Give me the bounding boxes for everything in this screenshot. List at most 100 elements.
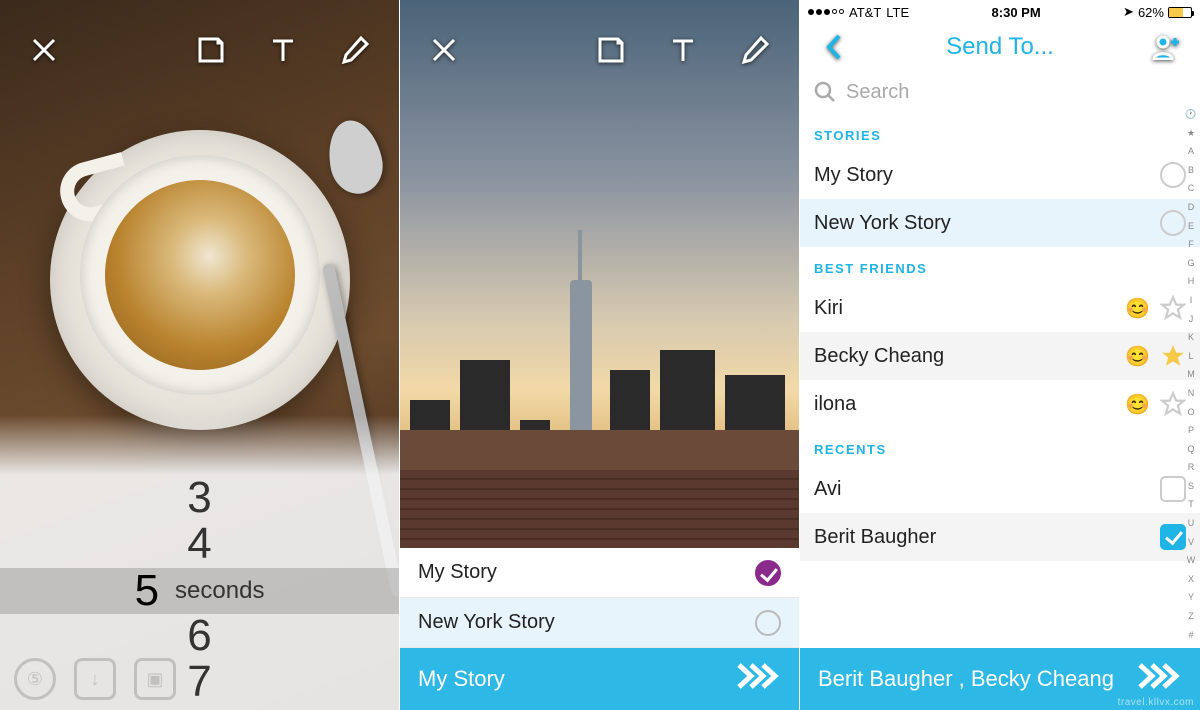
story-row-my-story[interactable]: My Story [400, 548, 799, 598]
story-row-ny-story[interactable]: New York Story [400, 598, 799, 648]
index-letter[interactable]: ★ [1184, 129, 1198, 138]
index-letter[interactable]: X [1184, 575, 1198, 584]
index-letter[interactable]: D [1184, 203, 1198, 212]
editor-bottom-tools: ⑤ ↓ ▣ [0, 658, 176, 700]
index-letter[interactable]: F [1184, 240, 1198, 249]
search-placeholder: Search [846, 81, 909, 104]
section-header-stories: STORIES [800, 114, 1200, 151]
index-letter[interactable]: Q [1184, 445, 1198, 454]
index-letter[interactable]: C [1184, 184, 1198, 193]
timer-picker[interactable]: 3 4 5 seconds 6 7 ⑤ ↓ ▣ [0, 475, 399, 710]
status-bar: AT&T LTE 8:30 PM ➤ 62% [800, 0, 1200, 24]
index-letter[interactable]: Z [1184, 612, 1198, 621]
index-letter[interactable]: E [1184, 222, 1198, 231]
send-arrow-icon [1136, 661, 1182, 697]
back-icon[interactable] [814, 27, 854, 67]
radio-checked-icon[interactable] [755, 560, 781, 586]
send-to-screen: AT&T LTE 8:30 PM ➤ 62% Send To... Search… [800, 0, 1200, 710]
snap-editor-timer-panel: 3 4 5 seconds 6 7 ⑤ ↓ ▣ [0, 0, 400, 710]
story-add-icon[interactable]: ▣ [134, 658, 176, 700]
story-row[interactable]: My Story [800, 151, 1200, 199]
index-letter[interactable]: P [1184, 426, 1198, 435]
index-letter[interactable]: I [1184, 296, 1198, 305]
friend-row[interactable]: Kiri 😊 [800, 284, 1200, 332]
index-letter[interactable]: U [1184, 519, 1198, 528]
recent-row[interactable]: Avi [800, 465, 1200, 513]
story-selection-list: My Story New York Story [400, 548, 799, 648]
index-letter[interactable]: N [1184, 389, 1198, 398]
timer-icon[interactable]: ⑤ [14, 658, 56, 700]
sticker-icon[interactable] [591, 30, 631, 70]
editor-topbar [0, 20, 399, 80]
search-input[interactable]: Search [800, 70, 1200, 114]
draw-pencil-icon[interactable] [335, 30, 375, 70]
index-letter[interactable]: Y [1184, 593, 1198, 602]
index-letter[interactable]: S [1184, 482, 1198, 491]
star-filled-icon[interactable] [1160, 343, 1186, 369]
streak-emoji-icon: 😊 [1125, 296, 1150, 321]
text-icon[interactable] [663, 30, 703, 70]
star-outline-icon[interactable] [1160, 295, 1186, 321]
index-letter[interactable]: H [1184, 277, 1198, 286]
recent-row[interactable]: Berit Baugher [800, 513, 1200, 561]
checkbox-checked-icon[interactable] [1160, 524, 1186, 550]
section-header-best-friends: BEST FRIENDS [800, 247, 1200, 284]
sticker-icon[interactable] [191, 30, 231, 70]
page-title: Send To... [854, 33, 1146, 61]
text-icon[interactable] [263, 30, 303, 70]
index-letter[interactable]: # [1184, 631, 1198, 640]
index-letter[interactable]: 🕐 [1184, 110, 1198, 119]
send-bar[interactable]: My Story [400, 648, 799, 710]
index-letter[interactable]: A [1184, 147, 1198, 156]
index-letter[interactable]: J [1184, 315, 1198, 324]
timer-option[interactable]: 3 [187, 475, 211, 521]
search-icon [814, 81, 836, 103]
index-letter[interactable]: R [1184, 463, 1198, 472]
story-label: My Story [418, 561, 497, 584]
send-arrow-icon [735, 661, 781, 697]
row-label: My Story [814, 164, 893, 187]
send-bar-label: Berit Baugher , Becky Cheang [818, 666, 1114, 692]
timer-selected-value: 5 [135, 568, 159, 614]
story-row[interactable]: New York Story [800, 199, 1200, 247]
add-friend-icon[interactable] [1146, 27, 1186, 67]
network-label: LTE [886, 5, 909, 20]
timer-option[interactable]: 4 [187, 521, 211, 567]
index-letter[interactable]: V [1184, 538, 1198, 547]
star-outline-icon[interactable] [1160, 391, 1186, 417]
clock-label: 8:30 PM [992, 5, 1041, 20]
close-icon[interactable] [24, 30, 64, 70]
friend-row[interactable]: ilona 😊 [800, 380, 1200, 428]
radio-unchecked-icon[interactable] [755, 610, 781, 636]
index-letter[interactable]: G [1184, 259, 1198, 268]
battery-pct-label: 62% [1138, 5, 1164, 20]
timer-selected-row: 5 seconds [0, 568, 399, 614]
alphabet-index-rail[interactable]: 🕐 ★ A BC D EF GH I JK LM N OP QR ST U VW XY Z # [1184, 110, 1198, 640]
save-icon[interactable]: ↓ [74, 658, 116, 700]
row-label: Kiri [814, 297, 843, 320]
row-label: Becky Cheang [814, 345, 944, 368]
location-arrow-icon: ➤ [1123, 4, 1134, 20]
row-label: ilona [814, 393, 856, 416]
index-letter[interactable]: L [1184, 352, 1198, 361]
index-letter[interactable]: T [1184, 500, 1198, 509]
story-label: New York Story [418, 611, 555, 634]
index-letter[interactable]: M [1184, 370, 1198, 379]
nav-bar: Send To... [800, 24, 1200, 70]
draw-pencil-icon[interactable] [735, 30, 775, 70]
editor-topbar [400, 20, 799, 80]
index-letter[interactable]: B [1184, 166, 1198, 175]
send-bar-label: My Story [418, 666, 505, 692]
checkbox-unchecked-icon[interactable] [1160, 476, 1186, 502]
timer-option[interactable]: 7 [187, 659, 211, 705]
index-letter[interactable]: K [1184, 333, 1198, 342]
index-letter[interactable]: W [1184, 556, 1198, 565]
friend-row[interactable]: Becky Cheang 😊 [800, 332, 1200, 380]
index-letter[interactable]: O [1184, 408, 1198, 417]
radio-unchecked-icon[interactable] [1160, 162, 1186, 188]
timer-option[interactable]: 6 [187, 613, 211, 659]
radio-unchecked-icon[interactable] [1160, 210, 1186, 236]
timer-unit-label: seconds [175, 577, 264, 605]
close-icon[interactable] [424, 30, 464, 70]
battery-icon [1168, 7, 1192, 18]
